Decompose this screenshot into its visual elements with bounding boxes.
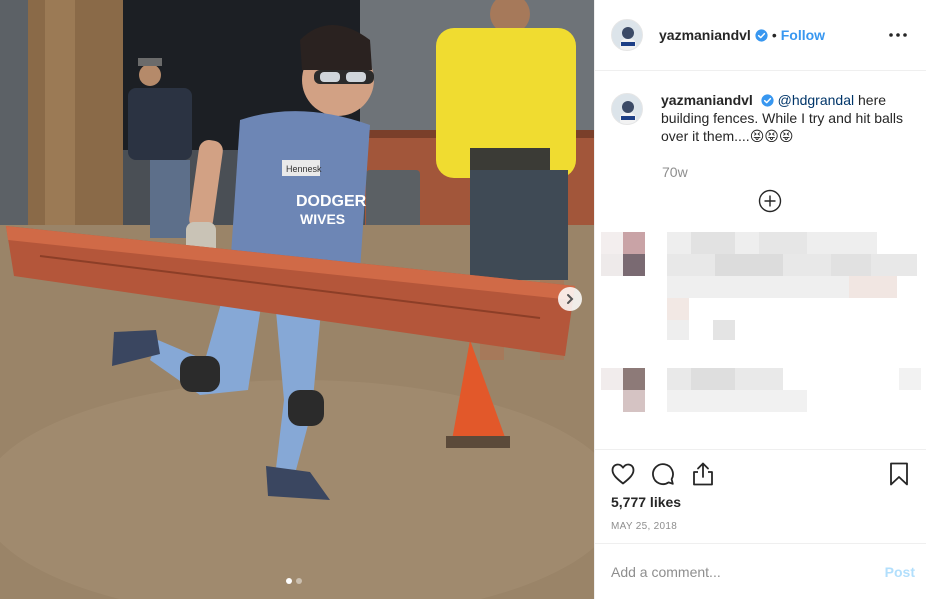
load-more-comments-button[interactable] — [758, 189, 782, 213]
post-photo[interactable]: DODGER WIVES Hennesk — [0, 0, 594, 599]
save-button[interactable] — [885, 460, 913, 488]
name-tag-text: Hennesk — [286, 164, 322, 174]
caption-username[interactable]: yazmaniandvl — [661, 92, 753, 108]
shirt-text-line1: DODGER — [296, 193, 367, 210]
post-comment-button[interactable]: Post — [885, 564, 915, 580]
post-caption: yazmaniandvl @hdgrandal here building fe… — [611, 91, 911, 180]
follow-button[interactable]: Follow — [781, 27, 825, 43]
share-icon — [693, 462, 713, 486]
share-button[interactable] — [689, 460, 717, 488]
post-side-panel: yazmaniandvl • Follow yazmaniandvl @hdgr… — [594, 0, 926, 599]
post-header: yazmaniandvl • Follow — [595, 0, 926, 71]
carousel-dot — [296, 578, 302, 584]
caption-timestamp[interactable]: 70w — [662, 164, 688, 180]
shirt-text-line2: WIVES — [300, 211, 345, 227]
comment-bubble-icon — [652, 463, 674, 485]
like-button[interactable] — [609, 460, 637, 488]
caption-avatar-image — [612, 94, 642, 124]
bookmark-icon — [890, 462, 908, 486]
heart-icon — [611, 463, 635, 485]
comment-input[interactable] — [611, 564, 885, 580]
verified-badge-icon — [755, 28, 768, 42]
avatar-image — [612, 20, 642, 50]
header-username[interactable]: yazmaniandvl — [659, 27, 751, 43]
header-separator: • — [771, 27, 777, 43]
verified-badge-icon — [761, 94, 774, 107]
carousel-next-button[interactable] — [558, 287, 582, 311]
caption-avatar[interactable] — [611, 93, 643, 125]
comment-divider — [595, 543, 926, 544]
comment-form: Post — [611, 556, 915, 588]
actions-divider — [595, 449, 926, 450]
more-options-icon — [889, 33, 907, 37]
pixelated-comments — [601, 232, 921, 412]
caption-mention-link[interactable]: @hdgrandal — [778, 92, 855, 108]
post-date[interactable]: MAY 25, 2018 — [611, 521, 677, 532]
more-options-button[interactable] — [886, 23, 910, 47]
carousel-indicator — [286, 578, 302, 584]
caption-body: yazmaniandvl @hdgrandal here building fe… — [661, 91, 911, 145]
photo-illustration: DODGER WIVES Hennesk — [0, 0, 594, 599]
carousel-dot-active — [286, 578, 292, 584]
likes-count[interactable]: 5,777 likes — [611, 494, 681, 510]
avatar[interactable] — [611, 19, 643, 51]
comment-button[interactable] — [649, 460, 677, 488]
chevron-right-icon — [567, 294, 574, 304]
load-more-comments-icon — [758, 189, 782, 213]
post-actions — [609, 460, 913, 488]
